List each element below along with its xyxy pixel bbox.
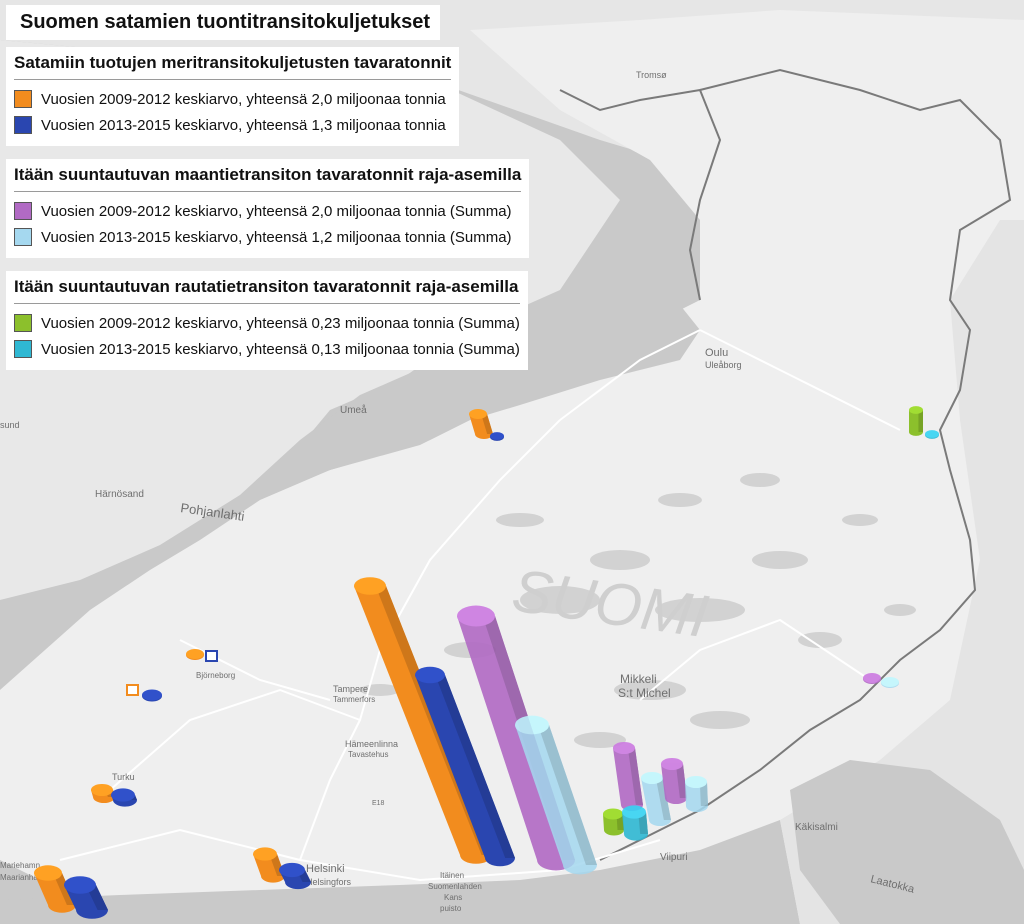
legend-swatch — [14, 228, 32, 246]
label-viipuri: Viipuri — [660, 852, 688, 863]
label-tavastehus: Tavastehus — [348, 750, 388, 759]
cylinder-nuijamaa-rail-2009-2012[interactable] — [603, 808, 624, 836]
cylinder-pori-2013-2015[interactable] — [205, 650, 218, 662]
label-tampere: Tampere — [333, 684, 368, 694]
legend-item[interactable]: Vuosien 2013-2015 keskiarvo, yhteensä 1,… — [14, 224, 521, 250]
label-harnosand: Härnösand — [95, 489, 144, 500]
legend-swatch — [14, 90, 32, 108]
label-bjorneborg: Björneborg — [196, 671, 235, 680]
map-title: Suomen satamien tuontitransitokuljetukse… — [6, 5, 441, 40]
legend-item-label: Vuosien 2009-2012 keskiarvo, yhteensä 2,… — [41, 90, 446, 108]
cylinder-imatra-road-2009-2012[interactable] — [661, 757, 687, 805]
label-kans: Kans — [444, 893, 462, 902]
legend-item-label: Vuosien 2009-2012 keskiarvo, yhteensä 2,… — [41, 202, 512, 220]
cylinder-imatra-road-2013-2015[interactable] — [685, 775, 708, 813]
label-umea: Umeå — [340, 404, 367, 416]
cylinder-niirala-road-2013-2015[interactable] — [881, 677, 899, 688]
legend-item-label: Vuosien 2013-2015 keskiarvo, yhteensä 1,… — [41, 228, 512, 246]
legend-group: Satamiin tuotujen meritransitokuljetuste… — [6, 47, 460, 146]
legend-group: Itään suuntautuvan rautatietransiton tav… — [6, 271, 528, 370]
legend-item[interactable]: Vuosien 2009-2012 keskiarvo, yhteensä 0,… — [14, 310, 520, 336]
legend-item[interactable]: Vuosien 2013-2015 keskiarvo, yhteensä 1,… — [14, 112, 451, 138]
cylinder-vartius-rail-2013-2015[interactable] — [925, 430, 939, 439]
legend-group-heading: Itään suuntautuvan maantietransiton tava… — [14, 165, 522, 192]
legend-item-label: Vuosien 2013-2015 keskiarvo, yhteensä 1,… — [41, 116, 446, 134]
label-st-michel: S:t Michel — [618, 686, 671, 700]
label-turku: Turku — [112, 772, 135, 782]
cylinder-nuijamaa-rail-2013-2015[interactable] — [622, 805, 648, 841]
cylinder-pori-2009-2012[interactable] — [186, 649, 204, 660]
legend-group-heading: Itään suuntautuvan rautatietransiton tav… — [14, 277, 520, 304]
cylinder-rauma-2013-2015[interactable] — [142, 689, 162, 702]
cylinder-niirala-road-2009-2012[interactable] — [863, 673, 881, 684]
legend-item[interactable]: Vuosien 2009-2012 keskiarvo, yhteensä 2,… — [14, 86, 451, 112]
label-tammerfors: Tammerfors — [333, 695, 375, 704]
legend-group: Itään suuntautuvan maantietransiton tava… — [6, 159, 530, 258]
cylinder-oulu-2013-2015[interactable] — [490, 432, 504, 441]
legend-group-heading: Satamiin tuotujen meritransitokuljetuste… — [14, 53, 452, 80]
label-itainen: Itäinen — [440, 871, 464, 880]
label-suomenlahden: Suomenlahden — [428, 882, 482, 891]
legend-item[interactable]: Vuosien 2013-2015 keskiarvo, yhteensä 0,… — [14, 336, 520, 362]
legend-swatch — [14, 116, 32, 134]
label-helsinki: Helsinki — [306, 863, 345, 875]
label-mariehamn: Mariehamn — [0, 861, 40, 870]
label-mikkeli: Mikkeli — [620, 672, 657, 686]
label-helsingfors: Helsingfors — [306, 877, 352, 887]
legend-swatch — [14, 314, 32, 332]
cylinder-rauma-2009-2012[interactable] — [126, 684, 139, 696]
label-hameenlinna: Hämeenlinna — [345, 739, 398, 749]
legend-item-label: Vuosien 2009-2012 keskiarvo, yhteensä 0,… — [41, 314, 520, 332]
label-e-route: E18 — [372, 800, 385, 807]
label-puisto: puisto — [440, 904, 462, 913]
legend-swatch — [14, 202, 32, 220]
label-tromsa: Tromsø — [636, 70, 667, 80]
cylinder-vartius-rail-2009-2012[interactable] — [909, 406, 923, 436]
legend-item-label: Vuosien 2013-2015 keskiarvo, yhteensä 0,… — [41, 340, 520, 358]
legend-swatch — [14, 340, 32, 358]
label-kakisalmi: Käkisalmi — [795, 822, 838, 833]
legend-item[interactable]: Vuosien 2009-2012 keskiarvo, yhteensä 2,… — [14, 198, 521, 224]
label-oulu: Oulu — [705, 347, 728, 359]
label-sund: sund — [0, 420, 20, 430]
label-uleaborg: Uleåborg — [705, 360, 742, 370]
